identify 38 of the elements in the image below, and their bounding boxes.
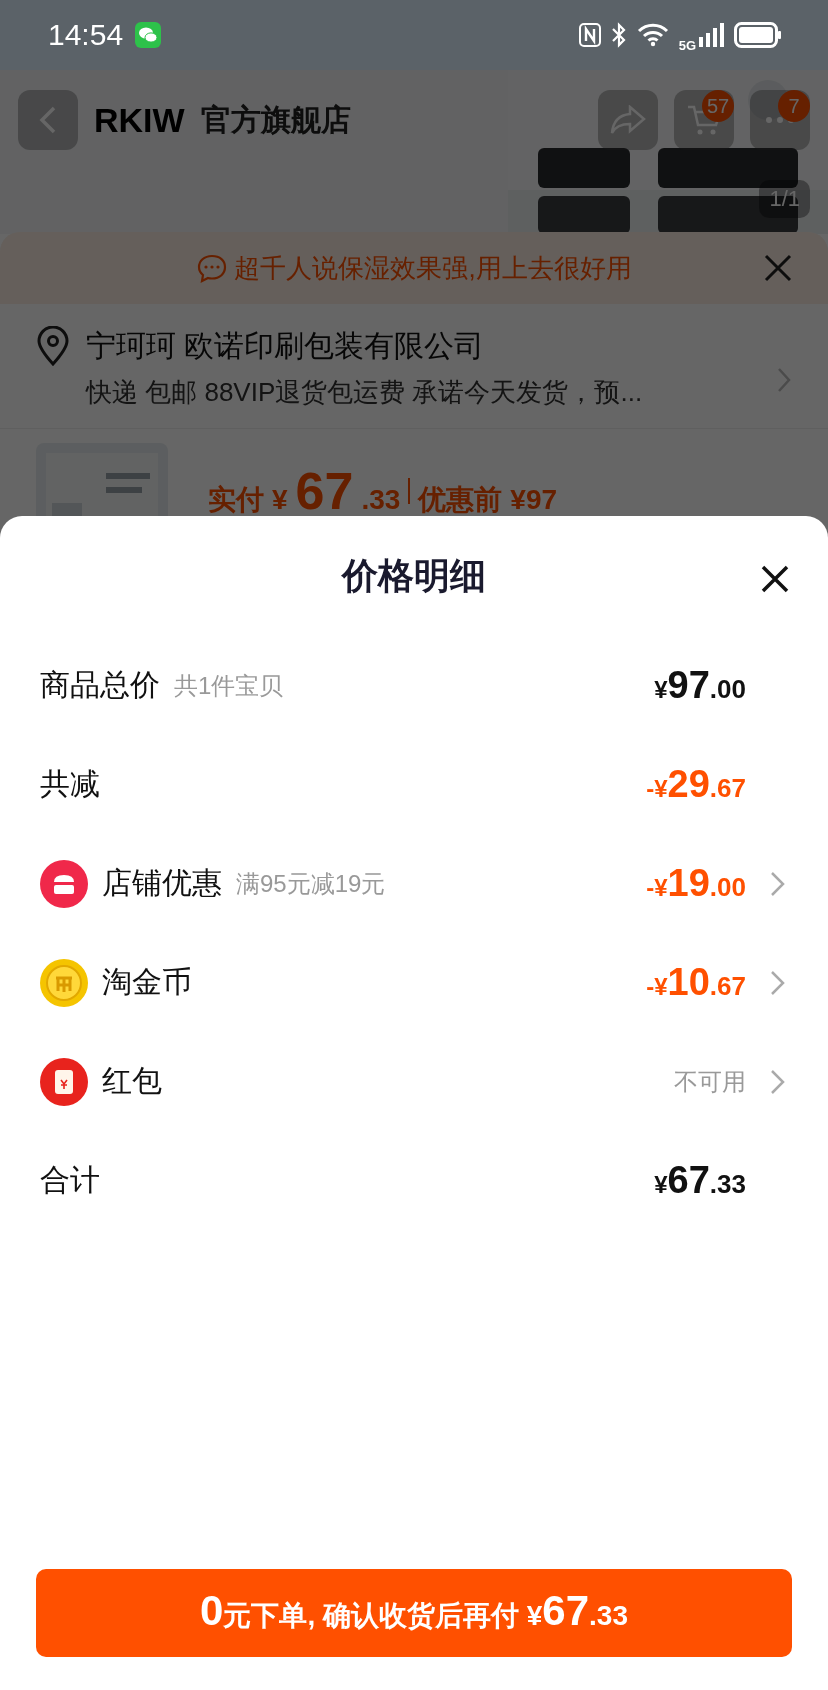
row-label: 红包 — [102, 1063, 162, 1099]
brand-name: RKIW — [94, 100, 185, 140]
place-order-button[interactable]: 0元下单, 确认收货后再付 ¥67.33 — [36, 1569, 792, 1657]
bluetooth-icon — [610, 22, 627, 48]
store-name: 官方旗舰店 — [200, 101, 351, 138]
close-icon[interactable] — [760, 564, 790, 594]
amount-text: -¥29.67 — [646, 763, 746, 806]
row-label: 合计 — [40, 1162, 100, 1198]
row-note: 满95元减19元 — [236, 868, 386, 899]
wifi-icon — [636, 23, 669, 47]
chat-bubble-icon — [196, 253, 229, 283]
row-label: 店铺优惠 — [102, 865, 222, 901]
banner-text: 超千人说保湿效果强,用上去很好用 — [234, 251, 632, 285]
amount-text: ¥67.33 — [654, 1159, 746, 1202]
chevron-right-icon — [776, 366, 792, 394]
signal-icon — [698, 23, 724, 47]
chat-app-icon — [135, 22, 162, 48]
delivery-info: 快递 包邮 88VIP退货包运费 承诺今天发货，预... — [86, 376, 644, 409]
battery-icon — [734, 22, 782, 48]
coin-icon — [40, 958, 88, 1007]
row-label: 共减 — [40, 766, 100, 802]
share-icon — [610, 105, 646, 135]
amount-text: ¥97.00 — [654, 664, 746, 707]
location-pin-icon — [36, 326, 70, 366]
store-icon — [40, 859, 88, 908]
network-type: 5G — [678, 37, 696, 53]
address-row[interactable]: 宁珂珂 欧诺印刷包装有限公司 快递 包邮 88VIP退货包运费 承诺今天发货，预... — [0, 304, 828, 428]
row-label: 淘金币 — [102, 964, 192, 1000]
amount-text: -¥10.67 — [646, 961, 746, 1004]
recipient-name: 宁珂珂 欧诺印刷包装有限公司 — [86, 328, 486, 364]
nfc-icon — [578, 23, 601, 47]
row-note: 共1件宝贝 — [174, 670, 284, 701]
amount-text: -¥19.00 — [646, 862, 746, 905]
row-label: 商品总价 — [40, 667, 160, 703]
gift-envelope-icon — [40, 1057, 88, 1106]
status-time: 14:54 — [48, 18, 124, 52]
sheet-title: 价格明细 — [342, 553, 486, 598]
status-text: 不可用 — [674, 1066, 746, 1097]
